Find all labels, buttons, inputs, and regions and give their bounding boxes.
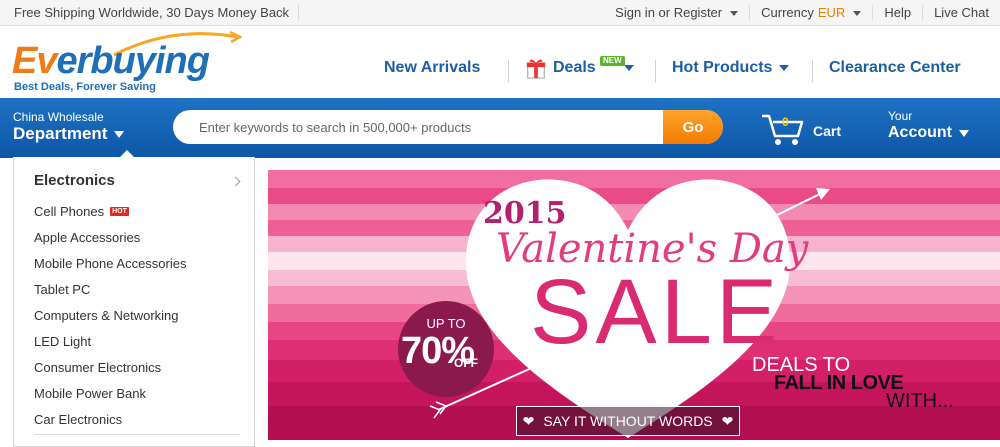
utility-links: Sign in or Register Currency EUR Help Li… bbox=[604, 0, 1000, 26]
logo-tagline: Best Deals, Forever Saving bbox=[14, 81, 156, 93]
chevron-down-icon bbox=[779, 65, 790, 71]
site-header: Everbuying Best Deals, Forever Saving Ne… bbox=[0, 27, 1000, 98]
category-dropdown: Electronics Cell Phones HOT Apple Access… bbox=[13, 157, 255, 447]
logo-wordmark-rest: erbuying bbox=[56, 40, 209, 82]
category-item[interactable]: Cell Phones HOT bbox=[34, 198, 186, 224]
chevron-down-icon bbox=[730, 10, 739, 16]
nav-hot-products-label: Hot Products bbox=[672, 59, 773, 76]
category-list: Cell Phones HOT Apple Accessories Mobile… bbox=[34, 198, 186, 432]
account-label: Account bbox=[888, 124, 952, 141]
category-item-label: Computers & Networking bbox=[34, 307, 179, 323]
site-logo[interactable]: Everbuying Best Deals, Forever Saving bbox=[12, 31, 247, 95]
banner-off: OFF bbox=[454, 356, 478, 370]
category-item-label: Car Electronics bbox=[34, 411, 123, 427]
heart-icon: ❤ bbox=[522, 412, 535, 429]
category-item-label: Tablet PC bbox=[34, 281, 91, 297]
category-item-label: Mobile Power Bank bbox=[34, 385, 146, 401]
nav-new-arrivals-label: New Arrivals bbox=[384, 59, 481, 76]
banner-with: WITH... bbox=[886, 390, 954, 412]
department-label: Department bbox=[13, 124, 108, 143]
divider bbox=[298, 4, 299, 21]
category-item-label: Mobile Phone Accessories bbox=[34, 255, 187, 271]
cart-count: 0 bbox=[782, 115, 789, 129]
department-menu-button[interactable]: Department bbox=[13, 124, 125, 144]
category-item[interactable]: LED Light bbox=[34, 328, 186, 354]
nav-hot-products[interactable]: Hot Products bbox=[672, 59, 790, 77]
logo-wordmark: Everbuying bbox=[12, 39, 210, 83]
category-item-label: Apple Accessories bbox=[34, 229, 141, 245]
shipping-promo-text: Free Shipping Worldwide, 30 Days Money B… bbox=[14, 5, 290, 20]
chevron-down-icon bbox=[114, 130, 125, 138]
banner-fall-in-love: FALL IN LOVE bbox=[774, 372, 904, 394]
category-item-label: Cell Phones bbox=[34, 203, 105, 219]
category-item[interactable]: Mobile Power Bank bbox=[34, 380, 186, 406]
live-chat-link[interactable]: Live Chat bbox=[922, 5, 1000, 21]
chevron-right-icon bbox=[230, 176, 241, 187]
currency-selector[interactable]: Currency EUR bbox=[749, 5, 872, 21]
chevron-down-icon bbox=[853, 10, 862, 16]
search-go-button[interactable]: Go bbox=[663, 110, 723, 144]
banner-up-to: UP TO bbox=[426, 316, 466, 331]
signin-register-link[interactable]: Sign in or Register bbox=[604, 5, 749, 21]
category-item[interactable]: Mobile Phone Accessories bbox=[34, 250, 186, 276]
cart-label: Cart bbox=[813, 123, 842, 139]
heart-icon: ❤ bbox=[721, 412, 734, 429]
category-item-label: Consumer Electronics bbox=[34, 359, 162, 375]
chevron-down-icon bbox=[623, 65, 634, 71]
gift-box-icon bbox=[526, 59, 546, 79]
category-item[interactable]: Computers & Networking bbox=[34, 302, 186, 328]
nav-divider bbox=[655, 60, 656, 82]
nav-clearance-label: Clearance Center bbox=[829, 59, 961, 76]
banner-cta-button[interactable]: ❤ SAY IT WITHOUT WORDS ❤ bbox=[516, 406, 740, 436]
search-bar-section: China Wholesale Department Go 0 Cart You… bbox=[0, 98, 1000, 158]
chevron-down-icon bbox=[959, 129, 969, 137]
nav-new-arrivals[interactable]: New Arrivals bbox=[384, 59, 480, 77]
nav-clearance-center[interactable]: Clearance Center bbox=[829, 59, 961, 77]
dept-subtitle: China Wholesale bbox=[13, 110, 104, 124]
account-menu-button[interactable]: Account bbox=[888, 124, 969, 142]
currency-label: Currency bbox=[761, 5, 814, 20]
category-heading[interactable]: Electronics bbox=[34, 172, 115, 189]
logo-wordmark-ev: Ev bbox=[12, 40, 57, 82]
valentines-sale-banner[interactable]: 2015 Valentine's Day SALE UP TO 70% OFF … bbox=[268, 170, 1000, 440]
category-item-label: LED Light bbox=[34, 333, 92, 349]
category-item[interactable]: Car Electronics bbox=[34, 406, 186, 432]
category-item[interactable]: Apple Accessories bbox=[34, 224, 186, 250]
hot-badge: HOT bbox=[110, 206, 129, 216]
nav-deals-label: Deals bbox=[553, 59, 596, 76]
nav-divider bbox=[508, 60, 509, 82]
banner-sale: SALE bbox=[530, 261, 782, 363]
cart-button[interactable]: 0 Cart bbox=[760, 110, 860, 148]
currency-value: EUR bbox=[817, 5, 846, 20]
account-subtitle: Your bbox=[888, 109, 913, 123]
nav-divider bbox=[812, 60, 813, 82]
search-box: Go bbox=[173, 110, 723, 144]
help-link[interactable]: Help bbox=[872, 5, 922, 21]
top-utility-bar: Free Shipping Worldwide, 30 Days Money B… bbox=[0, 0, 1000, 26]
new-badge: NEW bbox=[600, 56, 625, 66]
search-input[interactable] bbox=[173, 110, 663, 144]
signin-label: Sign in or Register bbox=[615, 5, 723, 20]
divider bbox=[34, 434, 240, 435]
category-item[interactable]: Consumer Electronics bbox=[34, 354, 186, 380]
category-item[interactable]: Tablet PC bbox=[34, 276, 186, 302]
banner-cta-label: SAY IT WITHOUT WORDS bbox=[543, 413, 713, 429]
